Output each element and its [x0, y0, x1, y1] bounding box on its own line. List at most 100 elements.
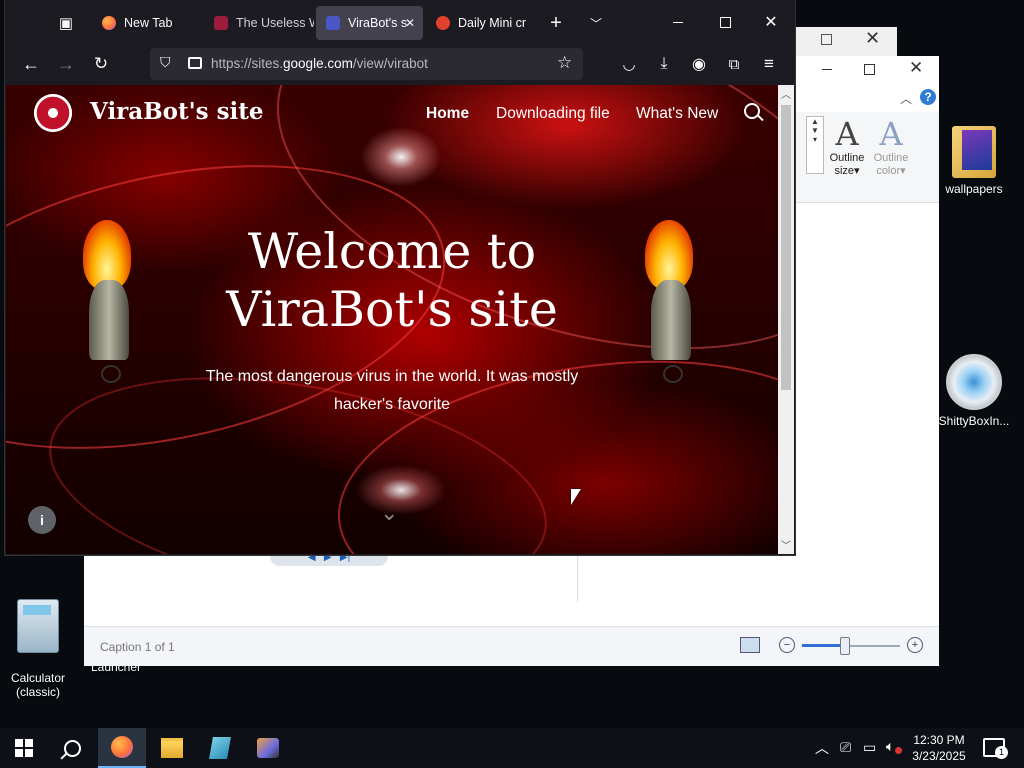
scroll-down-chevron-icon[interactable]: ⌄ — [380, 500, 398, 526]
scrollbar-thumb[interactable] — [781, 105, 791, 390]
desktop-icon-label: ShittyBoxIn... — [938, 414, 1010, 428]
tagline-line: The most dangerous virus in the world. I… — [205, 368, 579, 385]
hero-heading: Welcome to ViraBot's site — [186, 223, 598, 339]
firefox-icon — [102, 16, 116, 30]
scroll-down-icon[interactable]: ﹀ — [781, 537, 791, 552]
url-bar[interactable]: ⛉ https://sites.google.com/view/virabot … — [150, 48, 583, 80]
desktop-icon-calculator[interactable]: Calculator (classic) — [0, 585, 76, 699]
desktop-icon-label: Calculator (classic) — [10, 671, 66, 699]
nav-home[interactable]: Home — [426, 105, 469, 123]
close-icon[interactable]: ✕ — [753, 8, 789, 36]
show-hidden-icons-chevron-icon[interactable]: ︿ — [815, 738, 829, 758]
scroll-up-icon[interactable]: ︿ — [781, 86, 791, 101]
lock-icon[interactable] — [188, 57, 202, 69]
tab-new-tab[interactable]: New Tab — [92, 6, 202, 40]
mouse-cursor-icon — [571, 489, 581, 505]
url-path: /view/virabot — [352, 56, 428, 71]
back-arrow-icon[interactable]: ← — [17, 50, 45, 78]
zoom-out-icon[interactable]: − — [779, 637, 795, 653]
close-tab-icon[interactable]: ✕ — [405, 16, 415, 30]
nav-whats-new[interactable]: What's New — [636, 105, 718, 123]
outline-size-button[interactable]: A Outline size▾ — [826, 116, 868, 178]
minimize-icon[interactable] — [660, 8, 696, 36]
pocket-icon[interactable]: ◡ — [615, 50, 643, 78]
chevron-up-icon[interactable]: ︿ — [900, 90, 912, 107]
url-domain: google.com — [283, 56, 353, 71]
slideshow-icon[interactable] — [740, 637, 760, 653]
menu-hamburger-icon[interactable]: ≡ — [755, 50, 783, 78]
download-icon[interactable]: ⤓ — [650, 50, 678, 78]
reload-icon[interactable]: ↻ — [87, 50, 115, 78]
extensions-icon[interactable]: ⧉ — [720, 50, 748, 78]
hero-heading-line: Welcome to — [247, 223, 537, 280]
maximize-icon[interactable] — [707, 8, 743, 36]
hero-tagline: The most dangerous virus in the world. I… — [146, 363, 638, 419]
folder-icon — [952, 126, 996, 178]
help-icon[interactable]: ? — [920, 89, 936, 105]
tab-daily-mini[interactable]: Daily Mini cr — [426, 6, 536, 40]
nav-downloading-file[interactable]: Downloading file — [496, 105, 610, 123]
desktop-icon-wallpapers[interactable]: wallpapers — [936, 126, 1012, 196]
search-icon[interactable] — [48, 728, 96, 768]
google-sites-icon — [326, 16, 340, 30]
taskbar: ︿ ⎚ ▭ 🔈︎ 12:30 PM 3/23/2025 1 — [0, 728, 1024, 768]
taskbar-file-explorer-icon[interactable] — [148, 728, 196, 768]
flaming-torch-right — [633, 220, 713, 383]
new-tab-plus-icon[interactable]: + — [542, 9, 570, 37]
tab-label: ViraBot's s — [348, 16, 408, 30]
tomato-icon — [436, 16, 450, 30]
url-text[interactable]: https://sites.google.com/view/virabot — [211, 56, 428, 71]
webpage: ViraBot's site Home Downloading file Wha… — [6, 85, 778, 554]
tab-label: The Useless W — [236, 16, 314, 30]
search-icon[interactable] — [744, 103, 764, 122]
tab-label: New Tab — [124, 16, 173, 30]
app-titlebar: ✕ — [794, 56, 939, 84]
network-icon[interactable]: ▭ — [863, 739, 876, 756]
zoom-in-icon[interactable]: + — [907, 637, 923, 653]
desktop-icon-label: wallpapers — [945, 182, 1003, 196]
status-bar: Caption 1 of 1 − + — [84, 626, 939, 666]
close-icon[interactable]: ✕ — [909, 58, 923, 78]
maximize-icon[interactable] — [821, 34, 832, 45]
taskbar-notebook-icon[interactable] — [196, 728, 244, 768]
ribbon-scroll[interactable]: ▲ ▼ ▾ — [806, 116, 824, 174]
chevron-down-icon[interactable]: ﹀ — [582, 9, 610, 37]
desktop-icon-shittybox[interactable]: ShittyBoxIn... — [936, 354, 1012, 428]
outline-a-icon: A — [879, 115, 903, 153]
tab-label: Daily Mini cr — [458, 16, 527, 30]
notification-badge: 1 — [995, 746, 1008, 759]
meet-now-icon[interactable]: ⎚ — [840, 739, 851, 756]
caption-status: Caption 1 of 1 — [100, 640, 175, 654]
close-icon[interactable]: ✕ — [865, 28, 880, 49]
taskbar-firefox-icon[interactable] — [98, 728, 146, 768]
flaming-torch-left — [71, 220, 151, 383]
tagline-line: hacker's favorite — [334, 396, 450, 413]
outline-size-label: Outline size — [829, 152, 865, 177]
shield-icon[interactable]: ⛉ — [160, 54, 171, 71]
outline-a-icon: A — [835, 115, 859, 153]
action-center-icon[interactable]: 1 — [983, 738, 1008, 759]
outline-color-button[interactable]: A Outline color▾ — [870, 116, 912, 178]
bookmark-star-icon[interactable]: ☆ — [557, 53, 572, 73]
page-scrollbar[interactable]: ︿ ﹀ — [778, 85, 794, 554]
clock-date: 3/23/2025 — [912, 749, 966, 763]
canvas-divider — [577, 554, 578, 602]
site-title[interactable]: ViraBot's site — [90, 98, 264, 125]
volume-muted-icon[interactable]: 🔈︎ — [886, 738, 902, 755]
zoom-slider-thumb[interactable] — [840, 637, 850, 655]
tab-virabot[interactable]: ViraBot's s ✕ — [316, 6, 423, 40]
clock[interactable]: 12:30 PM 3/23/2025 — [908, 732, 970, 764]
tab-useless-web[interactable]: The Useless W — [204, 6, 314, 40]
taskbar-paint-icon[interactable] — [244, 728, 292, 768]
forward-arrow-icon[interactable]: → — [52, 50, 80, 78]
minimize-icon[interactable] — [822, 69, 832, 70]
maximize-icon[interactable] — [864, 64, 875, 75]
site-logo[interactable] — [34, 94, 72, 132]
account-icon[interactable]: ◉ — [685, 50, 713, 78]
start-windows-icon[interactable] — [0, 728, 48, 768]
calculator-icon — [17, 599, 59, 653]
hero-heading-line: ViraBot's site — [226, 281, 558, 338]
info-icon[interactable]: i — [28, 506, 56, 534]
installer-disc-icon — [946, 354, 1002, 410]
list-all-tabs-icon[interactable]: ▣ — [51, 9, 81, 37]
